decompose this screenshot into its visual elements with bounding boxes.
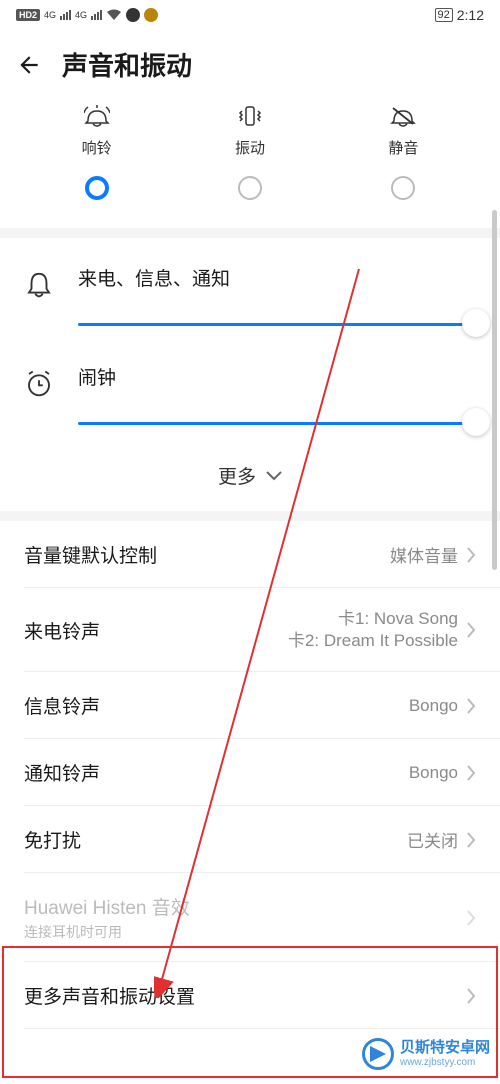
bell-ring-icon bbox=[82, 105, 112, 129]
setting-message-value: Bongo bbox=[409, 696, 458, 716]
setting-histen: Huawei Histen 音效 连接耳机时可用 bbox=[0, 873, 500, 962]
chevron-right-icon bbox=[466, 765, 476, 781]
signal-icon-2 bbox=[91, 10, 102, 20]
setting-dnd-value: 已关闭 bbox=[407, 827, 458, 852]
setting-more-sound[interactable]: 更多声音和振动设置 bbox=[0, 962, 500, 1029]
chevron-right-icon bbox=[466, 622, 476, 638]
net-4g-1: 4G bbox=[44, 10, 56, 20]
setting-message-title: 信息铃声 bbox=[24, 692, 100, 719]
status-app-icon-2 bbox=[144, 8, 158, 22]
chevron-right-icon bbox=[466, 698, 476, 714]
volume-notification-label: 来电、信息、通知 bbox=[78, 264, 476, 291]
settings-list: 音量键默认控制 媒体音量 来电铃声 卡1: Nova Song 卡2: Drea… bbox=[0, 521, 500, 1029]
chevron-down-icon bbox=[266, 471, 282, 481]
volume-notification-row: 来电、信息、通知 bbox=[24, 264, 476, 337]
watermark: 贝斯特安卓网 www.zjbstyy.com bbox=[362, 1038, 490, 1070]
status-right: 92 2:12 bbox=[435, 7, 485, 23]
signal-icon-1 bbox=[60, 10, 71, 20]
vibrate-icon bbox=[235, 105, 265, 129]
wifi-icon bbox=[106, 9, 122, 21]
status-bar: HD2 4G 4G 92 2:12 bbox=[0, 0, 500, 28]
alarm-clock-icon bbox=[24, 369, 54, 399]
mode-silent-label: 静音 bbox=[388, 137, 418, 158]
section-divider bbox=[0, 228, 500, 238]
setting-ringtone[interactable]: 来电铃声 卡1: Nova Song 卡2: Dream It Possible bbox=[0, 588, 500, 672]
radio-ring[interactable] bbox=[20, 176, 173, 200]
chevron-right-icon bbox=[466, 547, 476, 563]
more-volumes-toggle[interactable]: 更多 bbox=[0, 444, 500, 511]
watermark-url: www.zjbstyy.com bbox=[400, 1057, 490, 1068]
mode-silent[interactable]: 静音 bbox=[327, 105, 480, 158]
back-arrow-icon[interactable] bbox=[16, 52, 42, 78]
chevron-right-icon bbox=[466, 988, 476, 1004]
setting-dnd[interactable]: 免打扰 已关闭 bbox=[0, 806, 500, 873]
setting-volume-key-title: 音量键默认控制 bbox=[24, 541, 157, 568]
setting-more-sound-title: 更多声音和振动设置 bbox=[24, 982, 195, 1009]
page-title: 声音和振动 bbox=[62, 46, 192, 83]
setting-histen-title: Huawei Histen 音效 bbox=[24, 893, 190, 920]
more-label: 更多 bbox=[218, 462, 256, 489]
setting-ringtone-line2: 卡2: Dream It Possible bbox=[288, 630, 458, 652]
volume-alarm-label: 闹钟 bbox=[78, 363, 476, 390]
radio-silent[interactable] bbox=[327, 176, 480, 200]
scroll-indicator[interactable] bbox=[492, 210, 497, 1084]
setting-ringtone-title: 来电铃声 bbox=[24, 617, 100, 644]
net-4g-2: 4G bbox=[75, 10, 87, 20]
status-app-icon-1 bbox=[126, 8, 140, 22]
volume-section: 来电、信息、通知 bbox=[0, 238, 500, 345]
setting-notification-value: Bongo bbox=[409, 763, 458, 783]
volume-alarm-block: 闹钟 bbox=[0, 345, 500, 444]
setting-histen-sub: 连接耳机时可用 bbox=[24, 922, 190, 942]
setting-dnd-title: 免打扰 bbox=[24, 826, 81, 853]
mode-ring[interactable]: 响铃 bbox=[20, 105, 173, 158]
watermark-name: 贝斯特安卓网 bbox=[400, 1040, 490, 1057]
watermark-logo-icon bbox=[362, 1038, 394, 1070]
mode-vibrate[interactable]: 振动 bbox=[173, 105, 326, 158]
chevron-right-icon bbox=[466, 832, 476, 848]
volume-alarm-row: 闹钟 bbox=[24, 363, 476, 436]
setting-notification-tone[interactable]: 通知铃声 Bongo bbox=[0, 739, 500, 806]
header: 声音和振动 bbox=[0, 28, 500, 93]
setting-ringtone-line1: 卡1: Nova Song bbox=[338, 608, 458, 630]
status-left: HD2 4G 4G bbox=[16, 8, 158, 22]
radio-vibrate[interactable] bbox=[173, 176, 326, 200]
battery-icon: 92 bbox=[435, 8, 453, 22]
setting-volume-key[interactable]: 音量键默认控制 媒体音量 bbox=[0, 521, 500, 588]
volume-alarm-slider[interactable] bbox=[78, 408, 476, 436]
hd-badge: HD2 bbox=[16, 9, 40, 21]
clock: 2:12 bbox=[457, 7, 484, 23]
mode-radio-row bbox=[0, 158, 500, 228]
setting-message-tone[interactable]: 信息铃声 Bongo bbox=[0, 672, 500, 739]
sound-mode-row: 响铃 振动 静音 bbox=[0, 93, 500, 158]
scroll-thumb[interactable] bbox=[492, 210, 497, 570]
setting-notification-title: 通知铃声 bbox=[24, 759, 100, 786]
section-divider-2 bbox=[0, 511, 500, 521]
mode-ring-label: 响铃 bbox=[82, 137, 112, 158]
chevron-right-icon bbox=[466, 910, 476, 926]
bell-silent-icon bbox=[388, 105, 418, 129]
volume-notification-slider[interactable] bbox=[78, 309, 476, 337]
mode-vibrate-label: 振动 bbox=[235, 137, 265, 158]
setting-volume-key-value: 媒体音量 bbox=[390, 542, 458, 567]
bell-outline-icon bbox=[24, 270, 54, 300]
